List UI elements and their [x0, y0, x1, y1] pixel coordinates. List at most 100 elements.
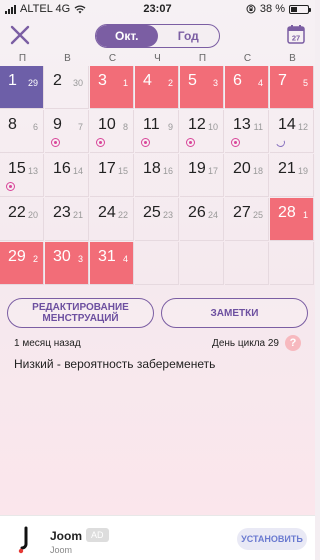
cycle-day-number: 29: [27, 78, 38, 88]
cycle-day-number: 21: [72, 210, 83, 220]
calendar-day[interactable]: 86: [0, 110, 44, 153]
calendar-empty-cell: [225, 242, 269, 285]
calendar-day[interactable]: 16 14: [45, 154, 89, 197]
calendar-day[interactable]: 25 23: [135, 198, 179, 241]
calendar-day[interactable]: 2 30: [45, 66, 89, 109]
fertile-icon: [141, 138, 150, 147]
day-number: 21: [278, 160, 296, 177]
ad-subtitle: Joom: [50, 545, 73, 555]
calendar-day[interactable]: 1 29: [0, 66, 44, 109]
calendar-day[interactable]: 29 2: [0, 242, 44, 285]
calendar-day[interactable]: 17 15: [90, 154, 134, 197]
cycle-day-label: День цикла 29: [212, 338, 279, 349]
calendar-day[interactable]: 14 12: [270, 110, 314, 153]
calendar-day[interactable]: 19 17: [180, 154, 224, 197]
notes-button[interactable]: ЗАМЕТКИ: [161, 298, 308, 328]
fertile-icon: [231, 138, 240, 147]
calendar-day[interactable]: 64: [225, 66, 269, 109]
day-number: 1: [8, 72, 17, 89]
calendar-day[interactable]: 53: [180, 66, 224, 109]
joom-logo-icon: [18, 526, 28, 554]
battery-icon: [289, 4, 311, 14]
calendar-day[interactable]: 26 24: [180, 198, 224, 241]
cycle-day-number: 11: [253, 122, 263, 132]
calendar-day[interactable]: 31: [90, 66, 134, 109]
day-number: 6: [233, 72, 242, 89]
calendar-day[interactable]: 15 13: [0, 154, 44, 197]
cycle-day-number: 13: [27, 166, 38, 176]
cycle-day-number: 2: [167, 78, 173, 88]
calendar-day[interactable]: 20 18: [225, 154, 269, 197]
day-number: 24: [98, 204, 116, 221]
calendar-day[interactable]: 42: [135, 66, 179, 109]
cycle-day-number: 4: [257, 78, 263, 88]
cycle-day-number: 23: [162, 210, 173, 220]
calendar-today-icon[interactable]: 27: [287, 24, 305, 44]
calendar-day[interactable]: 10 8: [90, 110, 134, 153]
weekday-label: В: [64, 53, 71, 64]
ad-badge: AD: [86, 528, 109, 542]
day-number: 22: [8, 204, 26, 221]
calendar-day[interactable]: 22 20: [0, 198, 44, 241]
calendar-day[interactable]: 11 9: [135, 110, 179, 153]
close-icon[interactable]: [9, 24, 31, 46]
cycle-day-number: 7: [77, 122, 83, 132]
calendar-day[interactable]: 13 11: [225, 110, 269, 153]
weekday-label: В: [289, 53, 296, 64]
calendar-day[interactable]: 12 10: [180, 110, 224, 153]
crescent-icon: [274, 136, 287, 149]
calendar-day[interactable]: 30 3: [45, 242, 89, 285]
install-button[interactable]: УСТАНОВИТЬ: [237, 528, 307, 550]
day-number: 16: [53, 160, 71, 177]
day-number: 27: [233, 204, 251, 221]
calendar-day[interactable]: 24 22: [90, 198, 134, 241]
tab-month[interactable]: Окт.: [96, 25, 158, 47]
day-number: 19: [188, 160, 206, 177]
day-number: 30: [53, 248, 71, 265]
calendar-empty-cell: [270, 242, 314, 285]
day-number: 4: [143, 72, 152, 89]
cycle-day-number: 17: [207, 166, 218, 176]
day-number: 2: [53, 72, 62, 89]
day-number: 5: [188, 72, 197, 89]
day-number: 3: [98, 72, 107, 89]
calendar-day[interactable]: 75: [270, 66, 314, 109]
cycle-day-number: 20: [27, 210, 38, 220]
calendar-day[interactable]: 27 25: [225, 198, 269, 241]
day-number: 15: [8, 160, 26, 177]
cycle-day-number: 22: [117, 210, 128, 220]
day-number: 8: [8, 116, 17, 133]
day-number: 11: [143, 116, 160, 133]
fertile-icon: [51, 138, 60, 147]
calendar-day[interactable]: 18 16: [135, 154, 179, 197]
calendar-day[interactable]: 97: [45, 110, 89, 153]
day-number: 7: [278, 72, 287, 89]
cycle-day-number: 1: [122, 78, 128, 88]
help-icon[interactable]: ?: [285, 335, 301, 351]
fertile-icon: [6, 182, 15, 191]
cycle-day-number: 3: [212, 78, 218, 88]
day-number: 9: [53, 116, 62, 133]
calendar-empty-cell: [135, 242, 179, 285]
calendar-day[interactable]: 21 19: [270, 154, 314, 197]
tab-year[interactable]: Год: [158, 25, 220, 47]
calendar-day[interactable]: 28 1: [270, 198, 314, 241]
day-number: 28: [278, 204, 296, 221]
last-period-ago: 1 месяц назад: [14, 338, 81, 349]
calendar-day[interactable]: 31 4: [90, 242, 134, 285]
cycle-day-number: 1: [302, 210, 308, 220]
fertile-icon: [96, 138, 105, 147]
day-number: 13: [233, 116, 251, 133]
cycle-day-number: 4: [122, 254, 128, 264]
calendar-icon-day: 27: [292, 34, 300, 43]
cycle-day-number: 8: [122, 122, 128, 132]
weekday-label: С: [243, 53, 252, 64]
cycle-day-number: 12: [297, 122, 308, 132]
day-number: 25: [143, 204, 161, 221]
cycle-day-number: 18: [252, 166, 263, 176]
day-number: 10: [98, 116, 116, 133]
calendar-day[interactable]: 23 21: [45, 198, 89, 241]
ad-banner[interactable]: Joom AD Joom УСТАНОВИТЬ: [0, 515, 315, 560]
edit-periods-button[interactable]: РЕДАКТИРОВАНИЕ МЕНСТРУАЦИЙ: [7, 298, 154, 328]
weekday-label: П: [18, 53, 27, 64]
